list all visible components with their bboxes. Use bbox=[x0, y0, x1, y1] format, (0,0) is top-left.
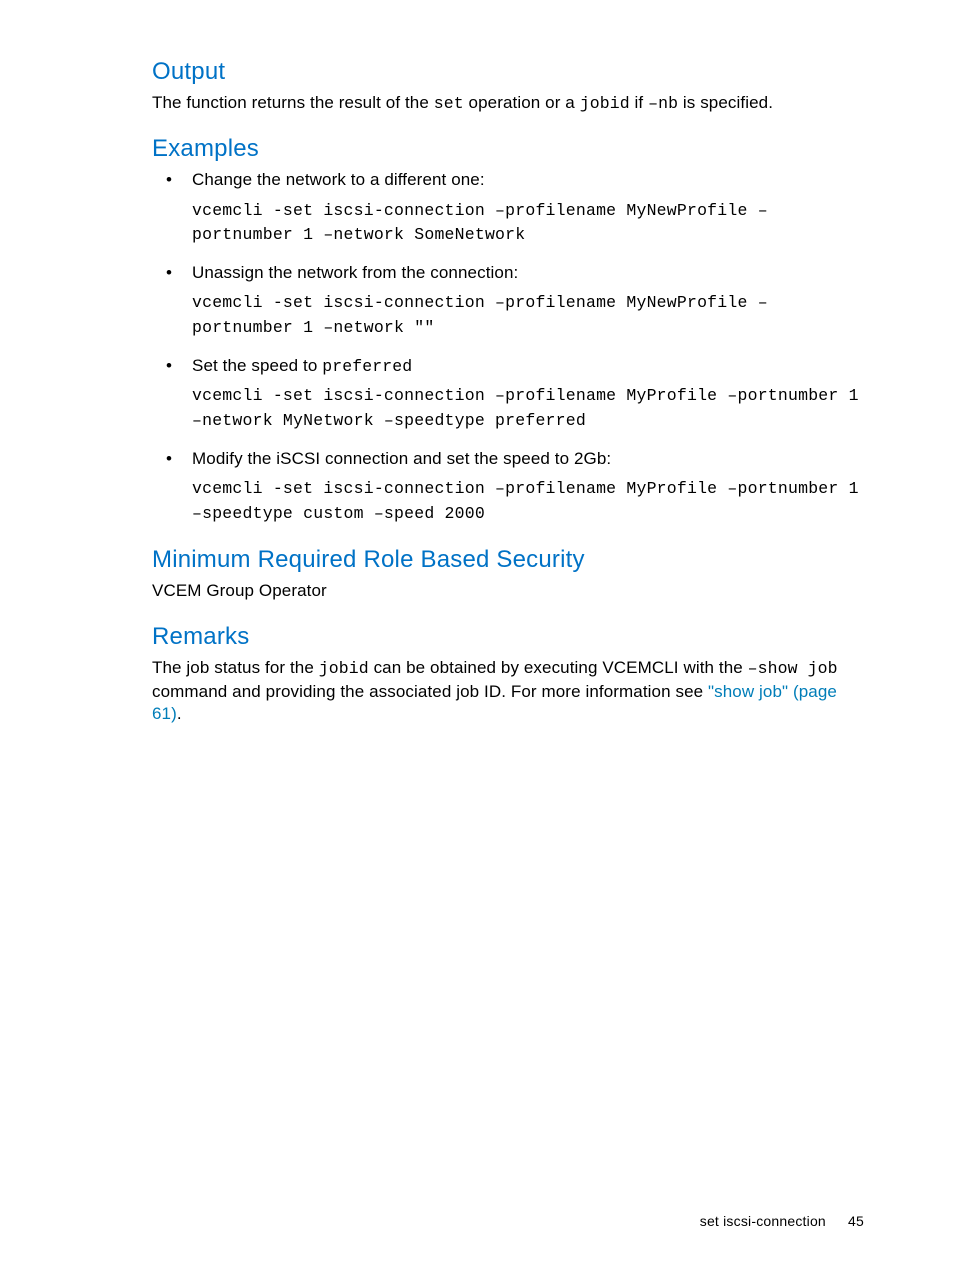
text: if bbox=[630, 93, 648, 112]
code-inline: –nb bbox=[648, 94, 678, 113]
page-footer: set iscsi-connection 45 bbox=[700, 1213, 864, 1229]
code-inline: set bbox=[434, 94, 464, 113]
example-intro: Modify the iSCSI connection and set the … bbox=[192, 448, 864, 471]
section-examples: Examples Change the network to a differe… bbox=[152, 135, 864, 526]
code-inline: jobid bbox=[319, 659, 369, 678]
text: operation or a bbox=[464, 93, 580, 112]
text: is specified. bbox=[678, 93, 773, 112]
footer-page-number: 45 bbox=[848, 1213, 864, 1229]
text: Change the network to a different one: bbox=[192, 170, 485, 189]
code-inline: jobid bbox=[580, 94, 630, 113]
list-item: Modify the iSCSI connection and set the … bbox=[166, 448, 864, 527]
heading-remarks: Remarks bbox=[152, 623, 864, 651]
section-mrrbs: Minimum Required Role Based Security VCE… bbox=[152, 546, 864, 603]
text: The function returns the result of the bbox=[152, 93, 434, 112]
text: Unassign the network from the connection… bbox=[192, 263, 518, 282]
remarks-paragraph: The job status for the jobid can be obta… bbox=[152, 657, 864, 726]
example-intro: Change the network to a different one: bbox=[192, 169, 864, 192]
heading-mrrbs: Minimum Required Role Based Security bbox=[152, 546, 864, 574]
text: Set the speed to bbox=[192, 356, 322, 375]
text: can be obtained by executing VCEMCLI wit… bbox=[369, 658, 748, 677]
examples-list: Change the network to a different one: v… bbox=[152, 169, 864, 526]
footer-section-title: set iscsi-connection bbox=[700, 1213, 826, 1229]
code-inline: –show job bbox=[748, 659, 838, 678]
example-command: vcemcli -set iscsi-connection –profilena… bbox=[192, 384, 864, 434]
heading-examples: Examples bbox=[152, 135, 864, 163]
section-remarks: Remarks The job status for the jobid can… bbox=[152, 623, 864, 726]
heading-output: Output bbox=[152, 58, 864, 86]
example-command: vcemcli -set iscsi-connection –profilena… bbox=[192, 477, 864, 527]
example-command: vcemcli -set iscsi-connection –profilena… bbox=[192, 291, 864, 341]
output-paragraph: The function returns the result of the s… bbox=[152, 92, 864, 115]
list-item: Set the speed to preferred vcemcli -set … bbox=[166, 355, 864, 434]
text: The job status for the bbox=[152, 658, 319, 677]
list-item: Unassign the network from the connection… bbox=[166, 262, 864, 341]
section-output: Output The function returns the result o… bbox=[152, 58, 864, 115]
list-item: Change the network to a different one: v… bbox=[166, 169, 864, 248]
mrrbs-body: VCEM Group Operator bbox=[152, 580, 864, 603]
text: . bbox=[177, 704, 182, 723]
text: Modify the iSCSI connection and set the … bbox=[192, 449, 611, 468]
code-inline: preferred bbox=[322, 357, 412, 376]
example-intro: Set the speed to preferred bbox=[192, 355, 864, 378]
example-intro: Unassign the network from the connection… bbox=[192, 262, 864, 285]
example-command: vcemcli -set iscsi-connection –profilena… bbox=[192, 199, 864, 249]
text: command and providing the associated job… bbox=[152, 682, 708, 701]
